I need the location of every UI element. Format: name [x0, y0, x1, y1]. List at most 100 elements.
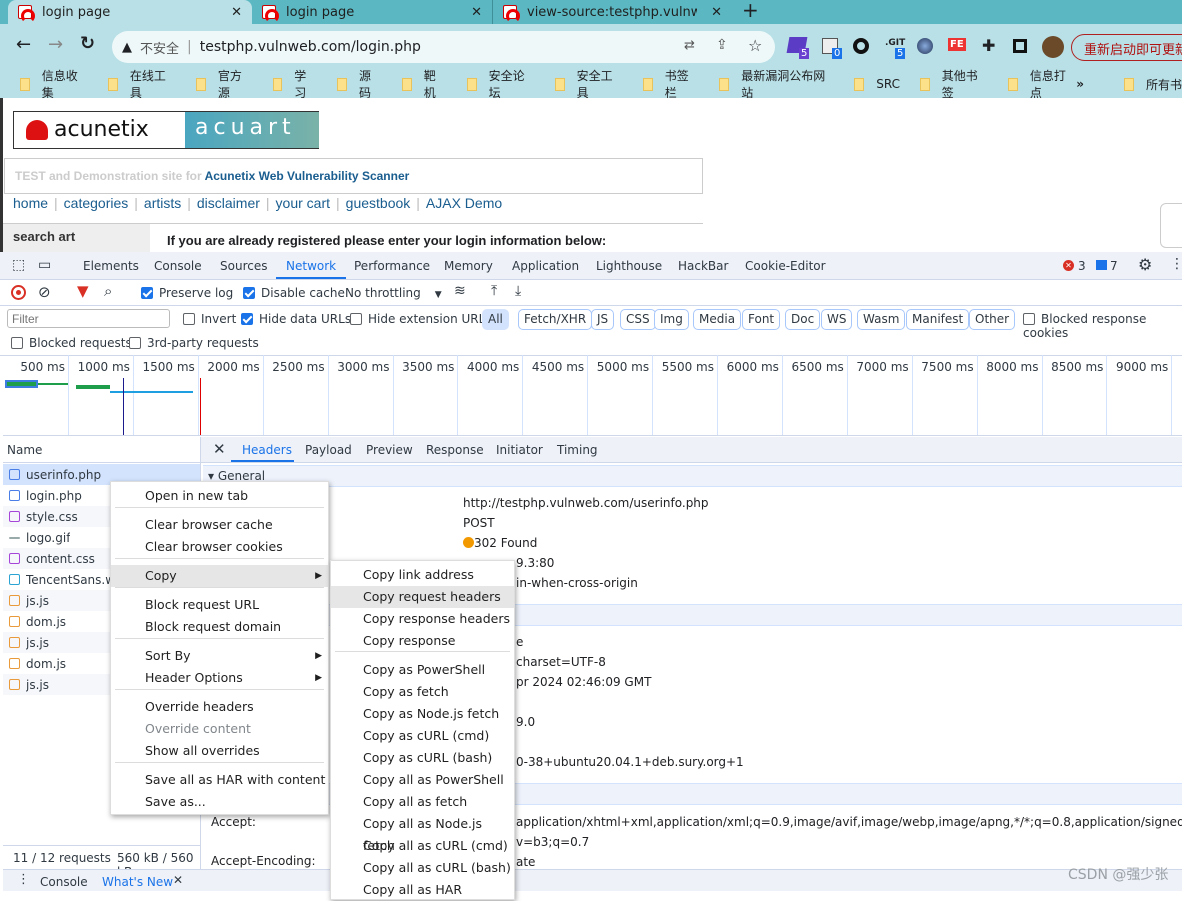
details-tab-payload[interactable]: Payload [305, 443, 352, 457]
inspect-element-icon[interactable]: ⬚ [12, 257, 25, 273]
filter-icon[interactable]: ▼ [77, 282, 89, 300]
menu-item-override-content[interactable]: Override content [111, 718, 328, 740]
close-tab-icon[interactable]: ✕ [231, 5, 242, 20]
bookmark-item[interactable]: 官方源 [196, 67, 252, 101]
type-filter-media[interactable]: Media [693, 309, 742, 330]
type-filter-other[interactable]: Other [969, 309, 1016, 330]
close-drawer-icon[interactable]: ✕ [173, 873, 183, 887]
type-filter-fetch-xhr[interactable]: Fetch/XHR [518, 309, 593, 330]
translate-icon[interactable]: ⇄ [684, 38, 695, 53]
menu-item-block-request-url[interactable]: Block request URL [111, 594, 328, 616]
reload-icon[interactable]: ↻ [80, 33, 95, 54]
menu-item-save-all-as-har-with-content[interactable]: Save all as HAR with content [111, 769, 328, 791]
menu-item-clear-browser-cookies[interactable]: Clear browser cookies [111, 536, 328, 558]
site-logo[interactable]: acunetix acuart [13, 111, 319, 149]
submenu-item-copy-all-as-curl-cmd[interactable]: Copy all as cURL (cmd) [331, 835, 514, 857]
site-nav-link[interactable]: artists [144, 195, 181, 211]
menu-item-save-as[interactable]: Save as... [111, 791, 328, 813]
third-party-requests-checkbox[interactable]: 3rd-party requests [129, 336, 259, 350]
devtools-tab-cookie-editor[interactable]: Cookie-Editor [745, 259, 826, 273]
message-count[interactable]: 7 [1110, 259, 1118, 273]
submenu-item-copy-link-address[interactable]: Copy link address [331, 564, 514, 586]
devtools-tab-network[interactable]: Network [286, 259, 336, 273]
more-bookmarks-button[interactable]: » [1076, 77, 1084, 91]
site-nav-link[interactable]: categories [64, 195, 129, 211]
site-nav-link[interactable]: AJAX Demo [426, 195, 502, 211]
disable-cache-checkbox[interactable]: Disable cache [243, 286, 345, 300]
record-icon[interactable] [11, 285, 26, 300]
submenu-item-copy-all-as-har[interactable]: Copy all as HAR [331, 879, 514, 901]
share-icon[interactable]: ⇪ [716, 37, 728, 53]
git-extension-icon[interactable]: .GIT [885, 38, 905, 48]
devtools-tab-lighthouse[interactable]: Lighthouse [596, 259, 662, 273]
blocked-requests-checkbox[interactable]: Blocked requests [11, 336, 132, 350]
hide-data-urls-checkbox[interactable]: Hide data URLs [241, 312, 351, 326]
menu-item-show-all-overrides[interactable]: Show all overrides [111, 740, 328, 762]
import-har-icon[interactable]: ⤒ [491, 283, 497, 299]
bookmark-item[interactable]: 安全工具 [554, 67, 623, 101]
bookmark-item[interactable]: SRC [854, 77, 900, 91]
new-tab-button[interactable]: + [742, 0, 759, 22]
side-panel-icon[interactable] [1013, 39, 1027, 53]
export-har-icon[interactable]: ⤓ [515, 283, 521, 299]
search-icon[interactable]: ⌕ [104, 282, 112, 300]
submenu-item-copy-all-as-curl-bash[interactable]: Copy all as cURL (bash) [331, 857, 514, 879]
name-column-header[interactable]: Name [3, 437, 200, 463]
type-filter-all[interactable]: All [482, 309, 509, 330]
site-nav-link[interactable]: your cart [276, 195, 330, 211]
close-tab-icon[interactable]: ✕ [471, 5, 482, 20]
close-details-icon[interactable]: ✕ [213, 440, 226, 458]
submenu-item-copy-all-as-powershell[interactable]: Copy all as PowerShell [331, 769, 514, 791]
menu-item-block-request-domain[interactable]: Block request domain [111, 616, 328, 638]
type-filter-manifest[interactable]: Manifest [906, 309, 970, 330]
close-tab-icon[interactable]: ✕ [711, 5, 722, 20]
bookmark-item[interactable]: 最新漏洞公布网站 [719, 67, 834, 101]
clear-icon[interactable]: ⊘ [38, 283, 51, 301]
filter-input[interactable] [7, 309, 170, 328]
network-conditions-icon[interactable]: ≋ [454, 283, 466, 299]
bookmark-item[interactable]: 源码 [337, 67, 382, 101]
details-tab-timing[interactable]: Timing [557, 443, 598, 457]
type-filter-img[interactable]: Img [654, 309, 689, 330]
fe-extension-icon[interactable]: FE [948, 38, 966, 51]
bookmark-item[interactable]: 信息打点 [1008, 67, 1076, 101]
submenu-item-copy-all-as-node-js-fetch[interactable]: Copy all as Node.js fetch [331, 813, 514, 853]
site-nav-link[interactable]: guestbook [346, 195, 411, 211]
bookmark-item[interactable]: 书签栏 [643, 67, 699, 101]
preserve-log-checkbox[interactable]: Preserve log [141, 286, 233, 300]
devtools-tab-hackbar[interactable]: HackBar [678, 259, 728, 273]
type-filter-ws[interactable]: WS [821, 309, 853, 330]
menu-item-override-headers[interactable]: Override headers [111, 696, 328, 718]
settings-gear-icon[interactable]: ⚙ [1138, 255, 1152, 274]
globe-extension-icon[interactable] [917, 38, 933, 54]
devtools-tab-elements[interactable]: Elements [83, 259, 139, 273]
devtools-tab-application[interactable]: Application [512, 259, 579, 273]
type-filter-wasm[interactable]: Wasm [857, 309, 906, 330]
submenu-item-copy-request-headers[interactable]: Copy request headers [331, 586, 514, 608]
restart-update-button[interactable]: 重新启动即可更新 [1071, 34, 1182, 61]
throttling-select[interactable]: No throttling ▼ [345, 286, 442, 300]
more-options-icon[interactable]: ⋮ [1170, 256, 1182, 272]
menu-item-header-options[interactable]: Header Options ▶ [111, 667, 328, 689]
message-icon[interactable] [1096, 260, 1107, 270]
menu-item-clear-browser-cache[interactable]: Clear browser cache [111, 514, 328, 536]
hide-extension-urls-checkbox[interactable]: Hide extension URLs [350, 312, 492, 326]
drawer-menu-icon[interactable]: ⋮ [17, 872, 30, 887]
details-tab-preview[interactable]: Preview [366, 443, 413, 457]
menu-item-open-in-new-tab[interactable]: Open in new tab [111, 485, 328, 507]
blocked-response-cookies-checkbox[interactable]: Blocked response cookies [1023, 312, 1182, 340]
ring-extension-icon[interactable] [853, 38, 869, 54]
back-icon[interactable]: ← [16, 34, 31, 55]
avatar[interactable] [1042, 36, 1064, 58]
submenu-item-copy-as-curl-bash[interactable]: Copy as cURL (bash) [331, 747, 514, 769]
puzzle-icon[interactable]: ✚ [982, 36, 995, 55]
drawer-tab-console[interactable]: Console [40, 875, 88, 889]
devtools-tab-console[interactable]: Console [154, 259, 202, 273]
submenu-item-copy-as-node-js-fetch[interactable]: Copy as Node.js fetch [331, 703, 514, 725]
submenu-item-copy-as-fetch[interactable]: Copy as fetch [331, 681, 514, 703]
bookmark-item[interactable]: 安全论坛 [466, 67, 535, 101]
tab-login-page[interactable]: login page ✕ [8, 0, 252, 24]
menu-item-copy[interactable]: Copy ▶ [111, 565, 328, 587]
invert-checkbox[interactable]: Invert [183, 312, 236, 326]
details-tab-initiator[interactable]: Initiator [496, 443, 543, 457]
